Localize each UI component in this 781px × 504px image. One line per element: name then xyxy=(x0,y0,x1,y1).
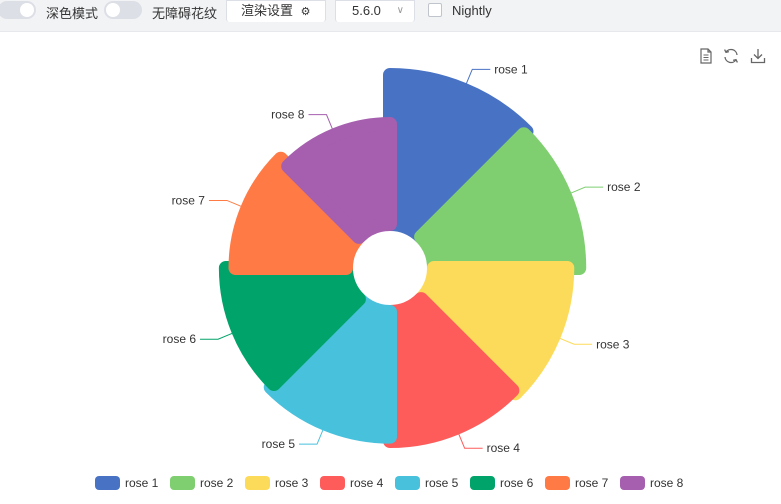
data-label-8: rose 8 xyxy=(271,108,305,122)
legend-label-6[interactable]: rose 6 xyxy=(500,476,534,490)
data-label-4: rose 4 xyxy=(487,441,521,455)
legend-swatch-4[interactable] xyxy=(320,476,345,490)
legend-swatch-8[interactable] xyxy=(620,476,645,490)
render-settings-label: 渲染设置 xyxy=(241,3,294,18)
legend-swatch-3[interactable] xyxy=(245,476,270,490)
dark-mode-label: 深色模式 xyxy=(46,6,99,21)
data-label-6: rose 6 xyxy=(163,332,197,346)
label-line-5 xyxy=(299,427,325,445)
legend-label-8[interactable]: rose 8 xyxy=(650,476,684,490)
legend-swatch-1[interactable] xyxy=(95,476,120,490)
nightly-label: Nightly xyxy=(452,3,492,18)
data-label-1: rose 1 xyxy=(494,62,528,76)
legend-label-7[interactable]: rose 7 xyxy=(575,476,609,490)
legend-label-2[interactable]: rose 2 xyxy=(200,476,234,490)
decal-label: 无障碍花纹 xyxy=(152,6,218,21)
dark-mode-toggle[interactable] xyxy=(0,1,36,19)
chevron-down-icon: ∨ xyxy=(396,5,404,16)
sectors-group xyxy=(218,68,587,449)
legend-swatch-2[interactable] xyxy=(170,476,195,490)
label-line-2 xyxy=(568,186,604,195)
data-label-7: rose 7 xyxy=(172,193,206,207)
label-line-4 xyxy=(457,431,483,449)
label-line-3 xyxy=(557,336,593,345)
version-select[interactable]: 5.6.0 ∨ xyxy=(335,0,415,22)
top-toolbar: 深色模式 无障碍花纹 渲染设置 ⚙ 5.6.0 ∨ Nightly xyxy=(0,0,781,32)
data-label-2: rose 2 xyxy=(607,180,641,194)
toggle-knob xyxy=(106,3,120,17)
rose-chart: rose 1 rose 2 rose 3 rose 4 rose 5 rose 6 rose… xyxy=(95,62,684,490)
legend-label-1[interactable]: rose 1 xyxy=(125,476,159,490)
label-line-8 xyxy=(308,114,334,132)
legend-label-5[interactable]: rose 5 xyxy=(425,476,459,490)
version-value: 5.6.0 xyxy=(352,3,381,18)
gear-icon: ⚙ xyxy=(300,6,311,18)
toggle-knob xyxy=(20,3,34,17)
legend-swatch-5[interactable] xyxy=(395,476,420,490)
legend-group: rose 1 rose 2 rose 3 rose 4 rose 5 rose 6 rose… xyxy=(95,476,684,490)
render-settings-button[interactable]: 渲染设置 ⚙ xyxy=(226,0,326,22)
label-line-7 xyxy=(208,199,244,208)
nightly-checkbox[interactable] xyxy=(428,3,442,17)
legend-swatch-6[interactable] xyxy=(470,476,495,490)
label-line-1 xyxy=(464,68,491,87)
legend-swatch-7[interactable] xyxy=(545,476,570,490)
decal-toggle[interactable] xyxy=(104,1,142,19)
data-label-3: rose 3 xyxy=(596,337,630,351)
legend-label-3[interactable]: rose 3 xyxy=(275,476,309,490)
label-line-6 xyxy=(200,331,235,340)
legend-label-4[interactable]: rose 4 xyxy=(350,476,384,490)
data-label-5: rose 5 xyxy=(262,437,296,451)
